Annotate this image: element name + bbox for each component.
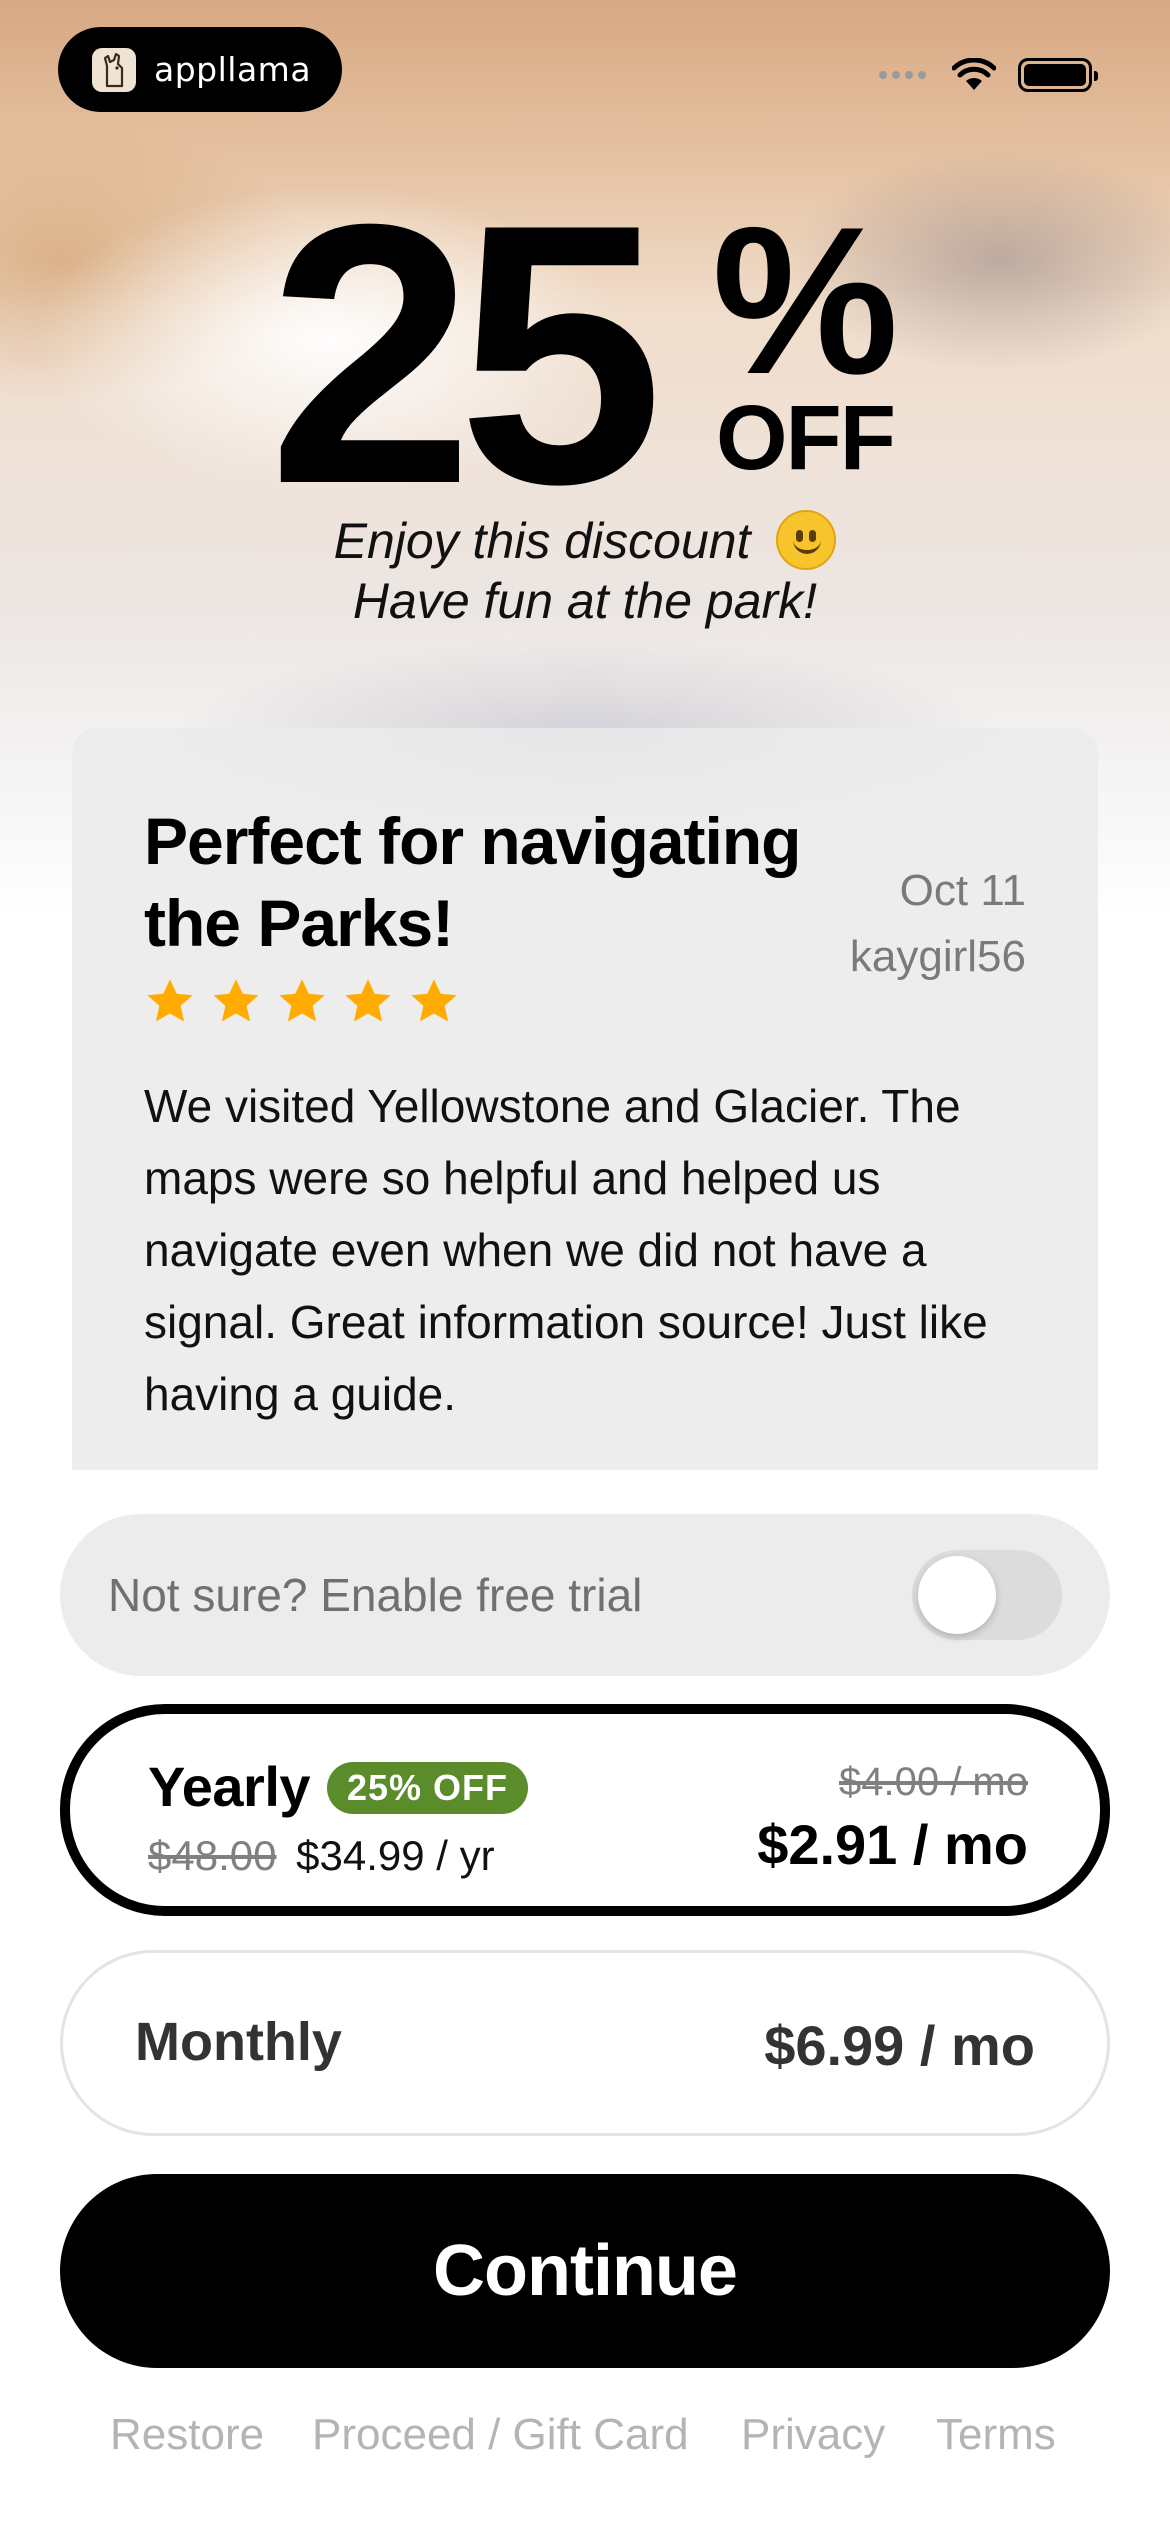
plan-yearly-option[interactable]: Yearly 25% OFF $48.00 $34.99 / yr $4.00 …	[60, 1704, 1110, 1916]
cellular-signal-icon	[879, 71, 926, 79]
star-icon	[147, 979, 193, 1022]
review-body: We visited Yellowstone and Glacier. The …	[144, 1080, 988, 1420]
plan-yearly-price-row: $48.00 $34.99 / yr	[148, 1832, 495, 1880]
tagline-line-1: Enjoy this discount	[0, 510, 1170, 570]
plan-yearly-old-monthly: $4.00 / mo	[838, 1760, 1028, 1804]
plan-monthly-name: Monthly	[135, 2012, 342, 2072]
gift-card-link[interactable]: Proceed / Gift Card	[312, 2400, 689, 2470]
plan-monthly-price: $6.99 / mo	[764, 2014, 1035, 2077]
discount-number: 25	[268, 148, 664, 561]
restore-link[interactable]: Restore	[110, 2400, 264, 2470]
plan-yearly-price: $34.99 / yr	[296, 1832, 495, 1879]
free-trial-row[interactable]: Not sure? Enable free trial	[60, 1514, 1110, 1676]
plan-yearly-old-price: $48.00	[148, 1832, 277, 1879]
plan-monthly-option[interactable]: Monthly $6.99 / mo	[60, 1950, 1110, 2136]
continue-button[interactable]: Continue	[60, 2174, 1110, 2368]
star-icon	[345, 979, 391, 1022]
star-icon	[279, 979, 325, 1022]
review-title: Perfect for navigating the Parks!	[144, 804, 801, 960]
smiley-emoji-icon	[776, 510, 837, 570]
discount-badge: 25% OFF	[327, 1762, 529, 1814]
tagline-text-1: Enjoy this discount	[333, 513, 751, 569]
percent-sign: %	[712, 183, 899, 418]
star-icon	[213, 979, 259, 1022]
wifi-icon	[952, 58, 996, 90]
battery-icon	[1018, 58, 1098, 92]
star-icon	[411, 979, 457, 1022]
review-meta: Oct 11 kaygirl56	[850, 858, 1026, 990]
tagline-line-2: Have fun at the park!	[352, 573, 818, 629]
free-trial-label: Not sure? Enable free trial	[108, 1569, 643, 1621]
toggle-knob	[918, 1556, 996, 1634]
terms-link[interactable]: Terms	[936, 2400, 1056, 2470]
llama-icon	[92, 47, 136, 92]
plan-yearly-name: Yearly	[148, 1755, 311, 1818]
brand-name: appllama	[154, 50, 312, 89]
review-author: kaygirl56	[849, 932, 1026, 981]
brand-badge: appllama	[58, 27, 342, 112]
status-icons	[879, 58, 1098, 92]
free-trial-toggle[interactable]	[912, 1550, 1062, 1640]
review-card: Perfect for navigating the Parks! Oct 11…	[72, 728, 1098, 1470]
review-date: Oct 11	[899, 866, 1026, 915]
footer-links: Restore Proceed / Gift Card Privacy Term…	[0, 2400, 1170, 2470]
privacy-link[interactable]: Privacy	[741, 2400, 885, 2470]
off-label: OFF	[716, 387, 896, 489]
plan-yearly-monthly-equivalent: $2.91 / mo	[757, 1813, 1028, 1876]
